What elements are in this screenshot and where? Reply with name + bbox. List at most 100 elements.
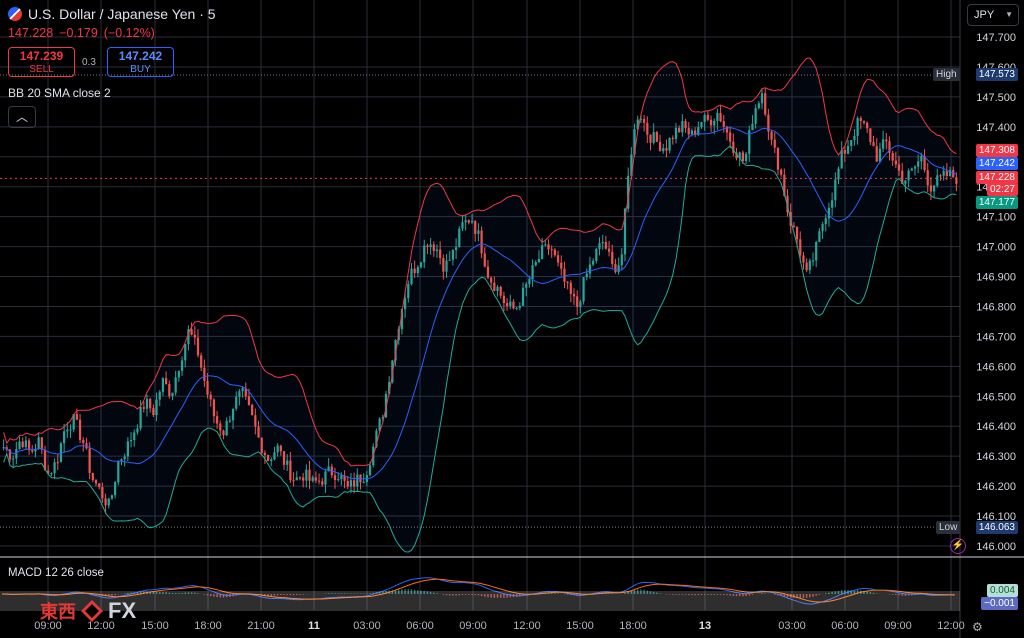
basis-band-value: 147.242 [975,157,1018,170]
candle-body [12,458,15,460]
candle-body [792,225,796,228]
candle-body [821,224,824,232]
candle-body [477,230,480,234]
high-label: High [933,68,960,81]
candle-body [110,495,114,499]
candle-body [585,273,588,278]
candle-body [289,460,292,481]
macd-pane [0,577,960,611]
buy-button[interactable]: 147.242 BUY [107,47,174,77]
bar-countdown: 02:27 [986,183,1018,196]
quote-line: 147.228 −0.179 (−0.12%) [8,26,155,40]
candle-body [145,398,149,409]
candle-body [209,394,212,400]
candle-body [687,128,690,135]
candle-body [254,415,257,427]
candle-body [117,461,120,483]
candle-body [349,480,353,487]
buy-label: BUY [130,64,151,75]
macd-indicator-label[interactable]: MACD 12 26 close [8,567,104,579]
candle-body [314,477,318,481]
candle-body [66,429,69,432]
candle-body [681,121,684,133]
candle-body [831,200,834,208]
candle-body [929,185,933,192]
settings-gear-icon[interactable]: ⚙ [972,620,983,634]
candle-body [617,265,620,273]
symbol-header[interactable]: U.S. Dollar / Japanese Yen · 5 [8,6,216,22]
price-tick-label: 146.700 [976,331,1016,343]
candle-body [302,477,305,481]
collapse-indicators-button[interactable]: ︿ [8,106,36,128]
candle-body [114,482,117,496]
candle-body [308,469,311,481]
price-change-pct: (−0.12%) [103,26,155,40]
candle-body [709,119,713,126]
candle-body [658,141,662,152]
candle-body [75,413,79,420]
candle-body [136,428,139,433]
bb-indicator-label[interactable]: BB 20 SMA close 2 [8,86,111,100]
candle-body [432,244,435,252]
macd-overlay-band [0,591,960,611]
diamond-logo-icon [81,600,103,622]
price-tick-label: 147.700 [976,32,1016,44]
candle-body [247,396,251,405]
candle-body [480,230,483,254]
tozai-fx-logo: 東西 FX [40,598,136,624]
candle-body [235,396,238,409]
price-chart[interactable]: 147.700147.600147.500147.400147.300147.2… [0,0,1024,638]
candle-body [346,480,349,487]
candle-body [193,334,196,338]
candle-body [416,267,419,274]
time-tick-label: 12:00 [937,620,965,632]
candle-body [442,258,445,272]
candle-body [423,245,426,263]
candle-body [913,166,917,169]
time-tick-label: 09:00 [459,620,487,632]
lightning-icon[interactable]: ⚡ [950,538,966,554]
sell-label: SELL [29,64,54,75]
candle-body [490,277,493,283]
low-label: Low [936,521,961,534]
time-tick-label: 18:00 [619,620,647,632]
candle-body [18,441,21,450]
currency-value: JPY [974,9,995,21]
candle-body [563,268,566,282]
candle-body [439,249,442,259]
candle-body [569,282,572,294]
candle-body [703,114,706,123]
candle-body [126,441,129,457]
candle-body [340,475,343,480]
candle-body [317,480,321,482]
candle-body [206,380,209,395]
candle-body [556,255,560,263]
last-price: 147.228 [8,26,54,40]
candle-body [547,244,550,250]
candle-body [764,93,767,115]
candle-body [719,112,722,122]
candle-body [493,282,496,292]
sell-button[interactable]: 147.239 SELL [8,47,75,77]
currency-select[interactable]: JPY ▼ [967,4,1019,26]
candle-body [88,448,91,473]
candle-body [588,264,592,274]
candle-body [429,244,432,248]
candle-body [808,260,811,271]
candle-body [662,148,665,152]
price-tick-label: 147.500 [976,92,1016,104]
candle-body [757,103,760,109]
candle-body [104,498,107,506]
candle-body [770,131,773,140]
candle-body [279,445,282,452]
candle-body [298,477,302,479]
candle-body [592,260,595,265]
candle-body [716,112,719,121]
candle-body [50,473,53,475]
candle-body [671,138,674,140]
time-tick-label: 11 [308,620,320,632]
candle-body [63,431,66,444]
candle-body [649,134,652,143]
candle-body [566,281,569,283]
candle-body [751,123,754,131]
